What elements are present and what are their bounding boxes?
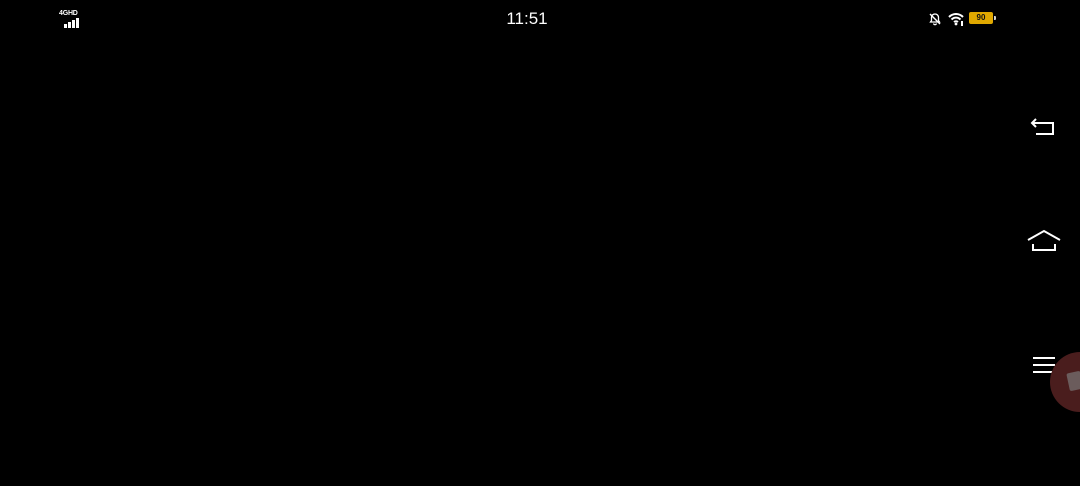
home-icon — [1027, 229, 1061, 251]
signal-bars-icon — [64, 18, 79, 28]
status-time: 11:51 — [506, 9, 548, 28]
back-button[interactable] — [1008, 103, 1080, 153]
battery-icon: 90 — [969, 12, 996, 24]
floating-bubble-icon — [1066, 370, 1080, 392]
mute-icon — [929, 13, 941, 26]
home-button[interactable] — [1008, 216, 1080, 266]
signal-icon: 4GHD — [59, 10, 83, 28]
battery-level: 90 — [976, 13, 986, 22]
wifi-icon — [948, 13, 964, 26]
status-bar: 4GHD 11:51 90 — [0, 0, 1080, 38]
status-right-icons: 90 — [926, 10, 1000, 28]
back-icon — [1030, 118, 1054, 135]
navigation-bar — [1008, 40, 1080, 486]
network-type: 4GHD — [59, 10, 78, 17]
